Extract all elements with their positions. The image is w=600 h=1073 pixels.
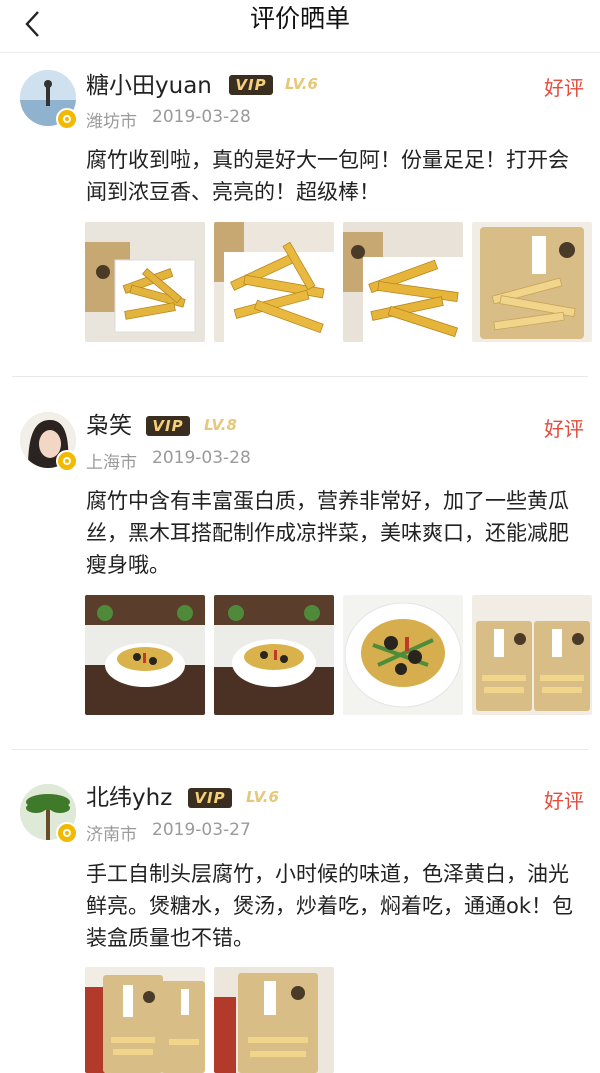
verified-badge-icon (56, 822, 78, 844)
review-location: 潍坊市 (86, 112, 137, 132)
review-username[interactable]: 枭笑 (86, 412, 132, 440)
vip-badge: VIP (188, 788, 232, 808)
review-photo[interactable] (214, 222, 334, 342)
review-divider (12, 376, 588, 377)
review-location: 上海市 (86, 453, 137, 473)
review-text: 手工自制头层腐竹，小时候的味道，色泽黄白，油光鲜亮。煲糖水，煲汤，炒着吃，焖着吃… (86, 862, 574, 950)
review-text: 腐竹收到啦，真的是好大一包阿！份量足足！打开会闻到浓豆香、亮亮的！超级棒！ (86, 148, 569, 204)
review-photo[interactable] (85, 222, 205, 342)
review-username[interactable]: 糖小田yuan (86, 72, 212, 100)
vip-badge: VIP (146, 416, 190, 436)
user-level: LV.8 (204, 416, 237, 434)
top-nav-bar: 评价晒单 (0, 0, 600, 53)
verified-badge-icon (56, 108, 78, 130)
review-photo[interactable] (85, 595, 205, 715)
review-location: 济南市 (86, 825, 137, 845)
user-level: LV.6 (285, 75, 318, 93)
review-text: 腐竹中含有丰富蛋白质，营养非常好，加了一些黄瓜丝，黑木耳搭配制作成凉拌菜，美味爽… (86, 489, 569, 577)
review-photo[interactable] (343, 222, 463, 342)
review-photo[interactable] (214, 967, 334, 1073)
review-photo[interactable] (214, 595, 334, 715)
rating-label: 好评 (544, 76, 584, 100)
review-photo[interactable] (472, 595, 592, 715)
review-date: 2019-03-28 (152, 107, 251, 127)
review-date: 2019-03-28 (152, 448, 251, 468)
review-username[interactable]: 北纬yhz (86, 784, 172, 812)
review-photo[interactable] (85, 967, 205, 1073)
verified-badge-icon (56, 450, 78, 472)
review-divider (12, 749, 588, 750)
vip-badge: VIP (229, 75, 273, 95)
review-date: 2019-03-27 (152, 820, 251, 840)
review-photo[interactable] (343, 595, 463, 715)
rating-label: 好评 (544, 417, 584, 441)
page-title: 评价晒单 (249, 4, 350, 33)
rating-label: 好评 (544, 789, 584, 813)
user-level: LV.6 (246, 788, 279, 806)
review-photo[interactable] (472, 222, 592, 342)
